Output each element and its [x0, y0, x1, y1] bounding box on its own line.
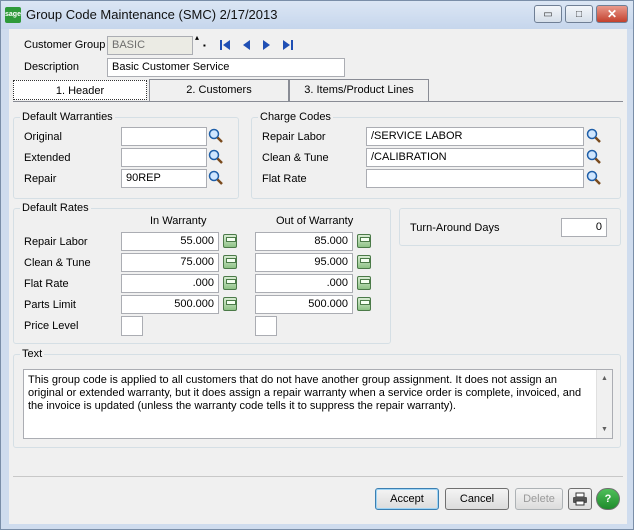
- charge-repair-labor-label: Repair Labor: [262, 131, 326, 143]
- repair-warranty-field[interactable]: 90REP: [121, 169, 207, 188]
- rate-parts-limit-label: Parts Limit: [24, 299, 76, 311]
- turnaround-label: Turn-Around Days: [410, 222, 500, 234]
- lookup-dot-icon: ▴: [195, 33, 200, 42]
- repair-lookup-icon[interactable]: [208, 170, 224, 186]
- default-warranties-title: Default Warranties: [20, 111, 115, 123]
- rate-clean-tune-label: Clean & Tune: [24, 257, 91, 269]
- window-title: Group Code Maintenance (SMC) 2/17/2013: [26, 7, 278, 22]
- list-dot-icon: ▪: [203, 41, 206, 50]
- customer-group-label: Customer Group: [24, 39, 106, 51]
- rate-clean-tune-in-field[interactable]: 75.000: [121, 253, 219, 272]
- charge-repair-labor-field[interactable]: /SERVICE LABOR: [366, 127, 584, 146]
- rate-flat-rate-in-field[interactable]: .000: [121, 274, 219, 293]
- previous-record-icon[interactable]: [239, 38, 253, 52]
- in-warranty-header: In Warranty: [150, 215, 207, 227]
- charge-flat-rate-label: Flat Rate: [262, 173, 307, 185]
- main-window: sage Group Code Maintenance (SMC) 2/17/2…: [0, 0, 634, 530]
- calculator-icon[interactable]: [223, 255, 237, 269]
- original-label: Original: [24, 131, 62, 143]
- price-level-label: Price Level: [24, 320, 79, 332]
- charge-codes-title: Charge Codes: [258, 111, 333, 123]
- charge-clean-tune-label: Clean & Tune: [262, 152, 329, 164]
- first-record-icon[interactable]: [218, 38, 232, 52]
- tab-header[interactable]: 1. Header: [13, 80, 147, 100]
- extended-lookup-icon[interactable]: [208, 149, 224, 165]
- rate-flat-rate-out-field[interactable]: .000: [255, 274, 353, 293]
- close-button[interactable]: ✕: [596, 5, 628, 23]
- print-button[interactable]: [568, 488, 592, 510]
- calculator-icon[interactable]: [223, 276, 237, 290]
- extended-warranty-field[interactable]: [121, 148, 207, 167]
- footer-separator: [13, 476, 623, 477]
- sage-logo: sage: [5, 7, 21, 23]
- rate-repair-labor-out-field[interactable]: 85.000: [255, 232, 353, 251]
- repair-label: Repair: [24, 173, 57, 185]
- description-field[interactable]: Basic Customer Service: [107, 58, 345, 77]
- next-record-icon[interactable]: [260, 38, 274, 52]
- last-record-icon[interactable]: [281, 38, 295, 52]
- calculator-icon[interactable]: [357, 297, 371, 311]
- charge-clean-tune-lookup-icon[interactable]: [586, 149, 602, 165]
- turnaround-days-field[interactable]: 0: [561, 218, 607, 237]
- rate-flat-rate-label: Flat Rate: [24, 278, 69, 290]
- accept-button[interactable]: Accept: [375, 488, 439, 510]
- default-rates-title: Default Rates: [20, 202, 91, 214]
- charge-flat-rate-lookup-icon[interactable]: [586, 170, 602, 186]
- scroll-down-icon[interactable]: ▼: [597, 423, 612, 436]
- printer-icon: [572, 492, 588, 513]
- original-warranty-field[interactable]: [121, 127, 207, 146]
- customer-group-field[interactable]: BASIC: [107, 36, 193, 55]
- description-label: Description: [24, 61, 80, 73]
- tab-customers[interactable]: 2. Customers: [149, 79, 289, 101]
- rate-repair-labor-in-field[interactable]: 55.000: [121, 232, 219, 251]
- calculator-icon[interactable]: [357, 234, 371, 248]
- scroll-up-icon[interactable]: ▲: [597, 372, 612, 385]
- rate-parts-limit-in-field[interactable]: 500.000: [121, 295, 219, 314]
- maximize-button[interactable]: □: [565, 5, 593, 23]
- calculator-icon[interactable]: [223, 297, 237, 311]
- tab-baseline: [13, 101, 623, 102]
- price-level-out-field[interactable]: [255, 316, 277, 336]
- charge-flat-rate-field[interactable]: [366, 169, 584, 188]
- rate-repair-labor-label: Repair Labor: [24, 236, 88, 248]
- charge-repair-labor-lookup-icon[interactable]: [586, 128, 602, 144]
- title-bar: sage Group Code Maintenance (SMC) 2/17/2…: [1, 1, 633, 29]
- original-lookup-icon[interactable]: [208, 128, 224, 144]
- calculator-icon[interactable]: [223, 234, 237, 248]
- rate-parts-limit-out-field[interactable]: 500.000: [255, 295, 353, 314]
- charge-clean-tune-field[interactable]: /CALIBRATION: [366, 148, 584, 167]
- price-level-in-field[interactable]: [121, 316, 143, 336]
- extended-label: Extended: [24, 152, 71, 164]
- text-content-area[interactable]: This group code is applied to all custom…: [23, 369, 613, 439]
- help-button[interactable]: ?: [596, 488, 620, 510]
- text-scrollbar[interactable]: ▲ ▼: [596, 370, 612, 438]
- rate-clean-tune-out-field[interactable]: 95.000: [255, 253, 353, 272]
- tab-items-product-lines[interactable]: 3. Items/Product Lines: [289, 79, 429, 101]
- cancel-button[interactable]: Cancel: [445, 488, 509, 510]
- text-content: This group code is applied to all custom…: [28, 374, 582, 412]
- out-of-warranty-header: Out of Warranty: [276, 215, 354, 227]
- calculator-icon[interactable]: [357, 255, 371, 269]
- delete-button[interactable]: Delete: [515, 488, 563, 510]
- minimize-button[interactable]: ▭: [534, 5, 562, 23]
- text-title: Text: [20, 348, 45, 360]
- calculator-icon[interactable]: [357, 276, 371, 290]
- client-area: Customer Group BASIC ▴ ▪ Description Bas…: [9, 29, 627, 524]
